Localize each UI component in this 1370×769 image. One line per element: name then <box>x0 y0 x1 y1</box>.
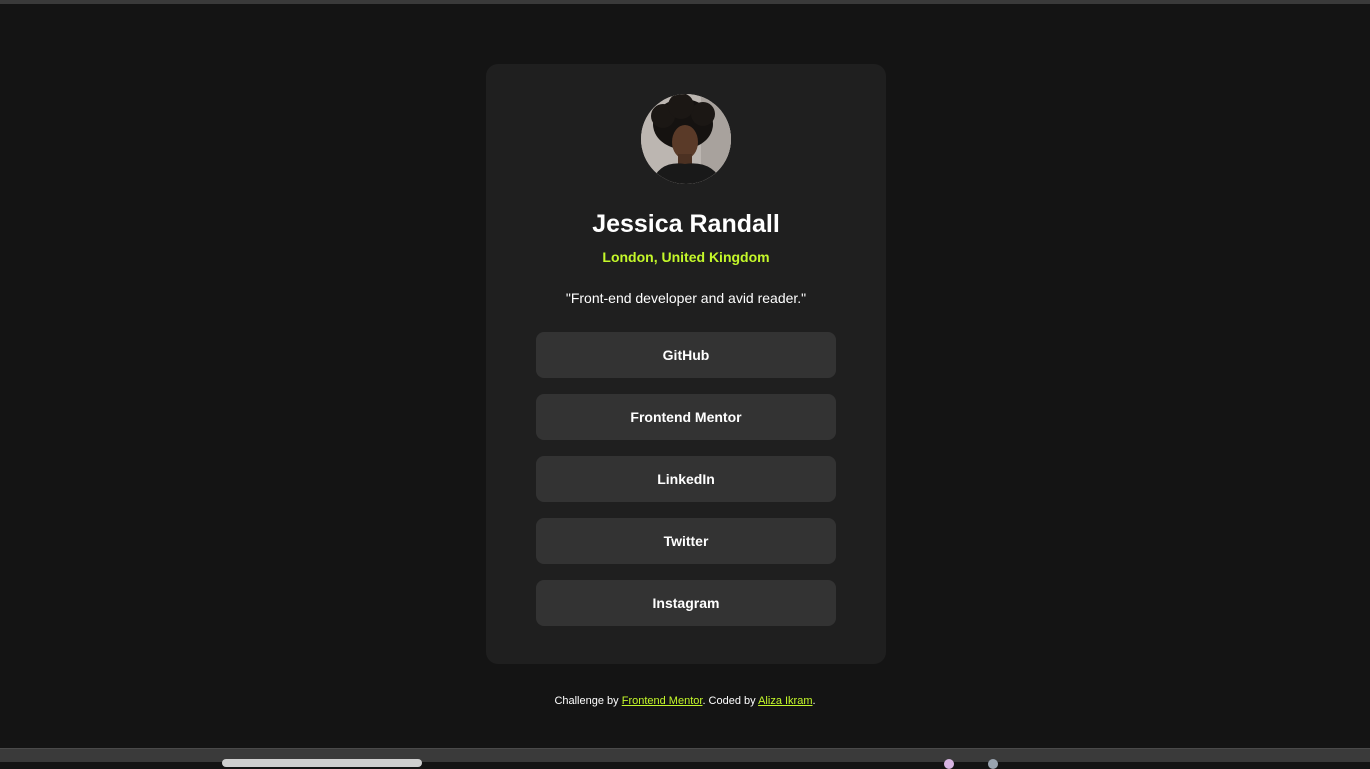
frontend-mentor-footer-link[interactable]: Frontend Mentor <box>622 695 703 707</box>
author-footer-link[interactable]: Aliza Ikram <box>758 695 812 707</box>
frontend-mentor-link-button[interactable]: Frontend Mentor <box>536 394 836 440</box>
footer-suffix: . <box>812 695 816 707</box>
list-item: LinkedIn <box>536 456 836 502</box>
list-item: Twitter <box>536 518 836 564</box>
social-links-list: GitHub Frontend Mentor LinkedIn Twitter … <box>536 332 836 642</box>
avatar-photo-icon <box>641 94 731 184</box>
twitter-link-button[interactable]: Twitter <box>536 518 836 564</box>
bottom-taskbar <box>0 748 1370 769</box>
profile-location: London, United Kingdom <box>602 249 770 265</box>
list-item: Instagram <box>536 580 836 626</box>
instagram-link-button[interactable]: Instagram <box>536 580 836 626</box>
footer-middle: . Coded by <box>702 695 759 707</box>
linkedin-link-button[interactable]: LinkedIn <box>536 456 836 502</box>
footer-prefix: Challenge by <box>554 695 622 707</box>
profile-bio: "Front-end developer and avid reader." <box>565 290 807 306</box>
attribution-footer: Challenge by Frontend Mentor. Coded by A… <box>0 693 1370 709</box>
profile-name: Jessica Randall <box>592 210 780 238</box>
top-window-edge <box>0 0 1370 4</box>
list-item: Frontend Mentor <box>536 394 836 440</box>
profile-card: Jessica Randall London, United Kingdom "… <box>486 64 886 664</box>
github-link-button[interactable]: GitHub <box>536 332 836 378</box>
avatar <box>641 94 731 184</box>
taskbar-pill <box>222 759 422 767</box>
list-item: GitHub <box>536 332 836 378</box>
